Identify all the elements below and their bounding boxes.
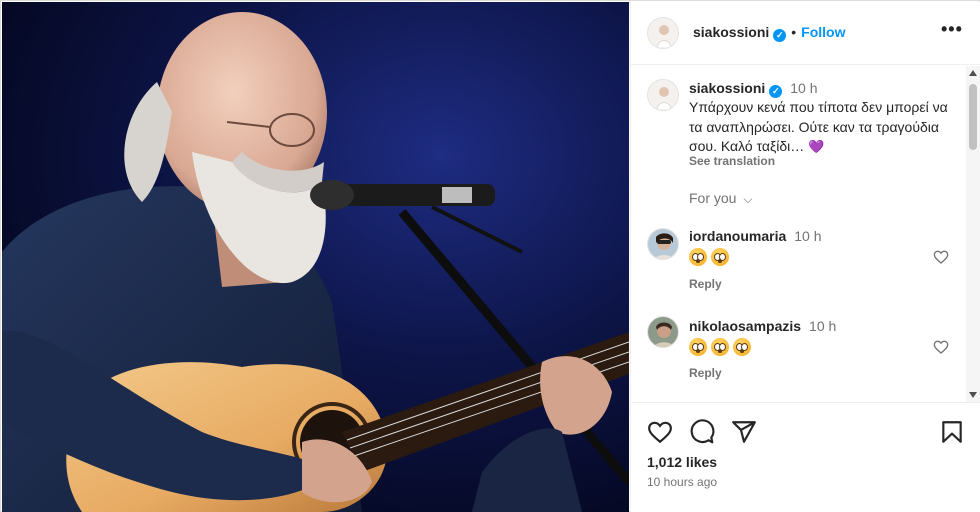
commenter-username[interactable]: nikolaosampazis (689, 318, 801, 334)
caption-author-avatar[interactable] (647, 79, 679, 111)
avatar-icon (648, 18, 678, 48)
post-side-panel: siakossioni ✓ • Follow ••• siakossioni ✓ 10 h… (630, 2, 980, 512)
comments-scrollbar[interactable] (966, 66, 980, 402)
comment-time: 10 h (809, 318, 837, 334)
comment-emojis (689, 338, 751, 356)
caption-user-line: siakossioni ✓ 10 h (689, 80, 818, 98)
avatar-icon (648, 317, 678, 347)
comments-section[interactable]: siakossioni ✓ 10 h Υπάρχουν κενά που τίποτ… (631, 66, 980, 402)
flushed-face-emoji (689, 338, 707, 356)
header-user-line: siakossioni ✓ • Follow (693, 24, 846, 42)
flushed-face-emoji (733, 338, 751, 356)
purple-heart-emoji: 💜 (808, 139, 825, 154)
caption-time: 10 h (790, 80, 818, 96)
comment-emojis (689, 248, 729, 266)
caption-text: Υπάρχουν κενά που τίποτα δεν μπορεί να τ… (689, 98, 959, 157)
more-options-icon[interactable]: ••• (941, 20, 962, 42)
comment-like-heart-icon[interactable] (933, 249, 949, 265)
comment-like-heart-icon[interactable] (933, 339, 949, 355)
scroll-thumb[interactable] (969, 84, 977, 150)
send-icon[interactable] (731, 419, 757, 445)
author-avatar[interactable] (647, 17, 679, 49)
post-photo (2, 2, 629, 512)
post-header: siakossioni ✓ • Follow ••• (631, 2, 980, 65)
caption-username[interactable]: siakossioni (689, 80, 765, 96)
post-actions: 1,012 likes 10 hours ago (631, 402, 980, 512)
post-modal: siakossioni ✓ • Follow ••• siakossioni ✓ 10 h… (0, 0, 980, 512)
comment-time: 10 h (794, 228, 822, 244)
for-you-dropdown[interactable]: For you ⌵ (689, 190, 752, 207)
flushed-face-emoji (711, 338, 729, 356)
comment-user-line: nikolaosampazis 10 h (689, 318, 836, 336)
avatar-icon (648, 80, 678, 110)
heart-icon[interactable] (647, 419, 673, 445)
author-username[interactable]: siakossioni (693, 24, 769, 40)
photo-illustration (2, 2, 629, 512)
separator-dot: • (791, 24, 797, 40)
verified-badge-icon: ✓ (773, 29, 787, 42)
bookmark-icon[interactable] (939, 419, 965, 445)
avatar-icon (648, 229, 678, 259)
reply-button[interactable]: Reply (689, 277, 722, 291)
see-translation-link[interactable]: See translation (689, 154, 775, 168)
verified-badge-icon: ✓ (769, 85, 783, 98)
scroll-up-arrow-icon[interactable] (969, 70, 977, 76)
commenter-avatar[interactable] (647, 316, 679, 348)
posted-time: 10 hours ago (647, 475, 718, 489)
reply-button[interactable]: Reply (689, 366, 722, 380)
likes-count[interactable]: 1,012 likes (647, 454, 717, 470)
comment-icon[interactable] (689, 419, 715, 445)
chevron-down-icon: ⌵ (743, 192, 753, 206)
for-you-label: For you (689, 190, 737, 206)
flushed-face-emoji (689, 248, 707, 266)
commenter-username[interactable]: iordanoumaria (689, 228, 786, 244)
scroll-down-arrow-icon[interactable] (969, 392, 977, 398)
commenter-avatar[interactable] (647, 228, 679, 260)
flushed-face-emoji (711, 248, 729, 266)
follow-button[interactable]: Follow (801, 24, 845, 40)
comment-user-line: iordanoumaria 10 h (689, 228, 822, 246)
